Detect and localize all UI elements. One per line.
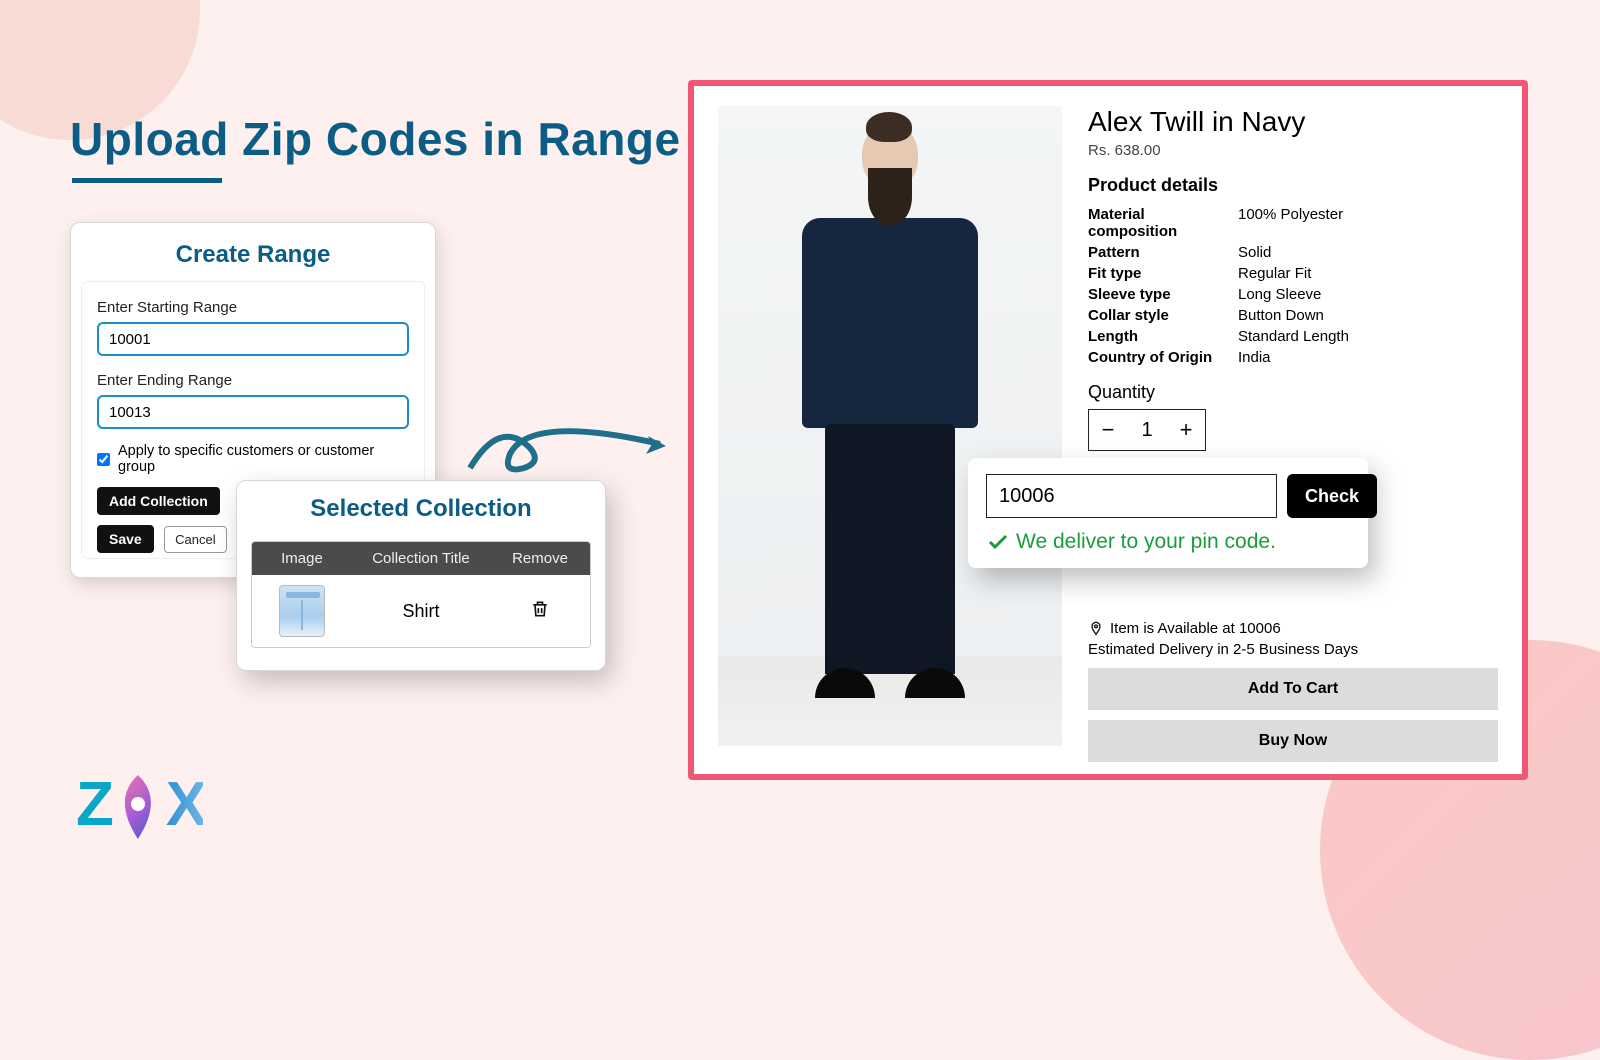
product-title: Alex Twill in Navy — [1088, 106, 1498, 138]
spec-key: Sleeve type — [1088, 286, 1238, 303]
collection-table-head: Image Collection Title Remove — [252, 542, 590, 575]
save-button[interactable]: Save — [97, 525, 154, 553]
product-panel: Alex Twill in Navy Rs. 638.00 Product de… — [688, 80, 1528, 780]
row-title: Shirt — [352, 601, 490, 622]
selected-collection-card: Selected Collection Image Collection Tit… — [236, 480, 606, 671]
page-title: Upload Zip Codes in Range — [70, 112, 681, 166]
apply-checkbox-row[interactable]: Apply to specific customers or customer … — [97, 443, 409, 475]
product-details-heading: Product details — [1088, 175, 1498, 196]
availability-line: Item is Available at 10006 — [1110, 620, 1281, 637]
logo-pin-icon — [112, 775, 164, 839]
apply-checkbox-label: Apply to specific customers or customer … — [118, 443, 409, 475]
start-range-label: Enter Starting Range — [97, 299, 409, 316]
col-image: Image — [252, 550, 352, 567]
availability-block: Item is Available at 10006 Estimated Del… — [1088, 620, 1498, 762]
check-button[interactable]: Check — [1287, 474, 1377, 518]
create-range-title: Create Range — [71, 237, 435, 281]
zox-logo: Z X — [76, 769, 203, 840]
spec-key: Pattern — [1088, 244, 1238, 261]
logo-letter-z: Z — [76, 769, 110, 840]
remove-button[interactable] — [490, 599, 590, 624]
spec-val: India — [1238, 349, 1498, 366]
spec-val: Regular Fit — [1238, 265, 1498, 282]
product-info: Alex Twill in Navy Rs. 638.00 Product de… — [1088, 106, 1498, 754]
pin-outline-icon — [1088, 621, 1104, 637]
spec-key: Fit type — [1088, 265, 1238, 282]
spec-val: Solid — [1238, 244, 1498, 261]
col-title: Collection Title — [352, 550, 490, 567]
add-collection-button[interactable]: Add Collection — [97, 487, 220, 515]
spec-val: 100% Polyester — [1238, 206, 1498, 240]
product-specs: Material composition100% Polyester Patte… — [1088, 206, 1498, 366]
col-remove: Remove — [490, 550, 590, 567]
pincode-check-popover: Check We deliver to your pin code. — [968, 458, 1368, 568]
spec-val: Long Sleeve — [1238, 286, 1498, 303]
page-title-underline — [72, 178, 222, 183]
product-image — [718, 106, 1062, 746]
quantity-stepper: − 1 + — [1088, 409, 1206, 451]
checkmark-icon — [986, 530, 1010, 554]
table-row: Shirt — [252, 575, 590, 647]
quantity-label: Quantity — [1088, 382, 1498, 403]
spec-val: Standard Length — [1238, 328, 1498, 345]
spec-val: Button Down — [1238, 307, 1498, 324]
trash-icon — [530, 599, 550, 619]
arrow-swirl-icon — [450, 408, 670, 498]
spec-key: Length — [1088, 328, 1238, 345]
spec-key: Collar style — [1088, 307, 1238, 324]
add-to-cart-button[interactable]: Add To Cart — [1088, 668, 1498, 710]
collection-table: Image Collection Title Remove Shirt — [251, 541, 591, 648]
pincode-success-message: We deliver to your pin code. — [1016, 530, 1276, 554]
cancel-button[interactable]: Cancel — [164, 526, 226, 553]
end-range-label: Enter Ending Range — [97, 372, 409, 389]
pincode-input[interactable] — [986, 474, 1277, 518]
spec-key: Country of Origin — [1088, 349, 1238, 366]
start-range-input[interactable] — [97, 322, 409, 356]
shirt-thumbnail-icon — [279, 585, 325, 637]
buy-now-button[interactable]: Buy Now — [1088, 720, 1498, 762]
spec-key: Material composition — [1088, 206, 1238, 240]
quantity-increment-button[interactable]: + — [1167, 410, 1205, 450]
eta-line: Estimated Delivery in 2-5 Business Days — [1088, 641, 1498, 658]
product-price: Rs. 638.00 — [1088, 142, 1498, 159]
quantity-decrement-button[interactable]: − — [1089, 410, 1127, 450]
logo-letter-x: X — [166, 769, 203, 840]
end-range-input[interactable] — [97, 395, 409, 429]
apply-checkbox[interactable] — [97, 453, 110, 466]
quantity-value: 1 — [1127, 419, 1167, 442]
